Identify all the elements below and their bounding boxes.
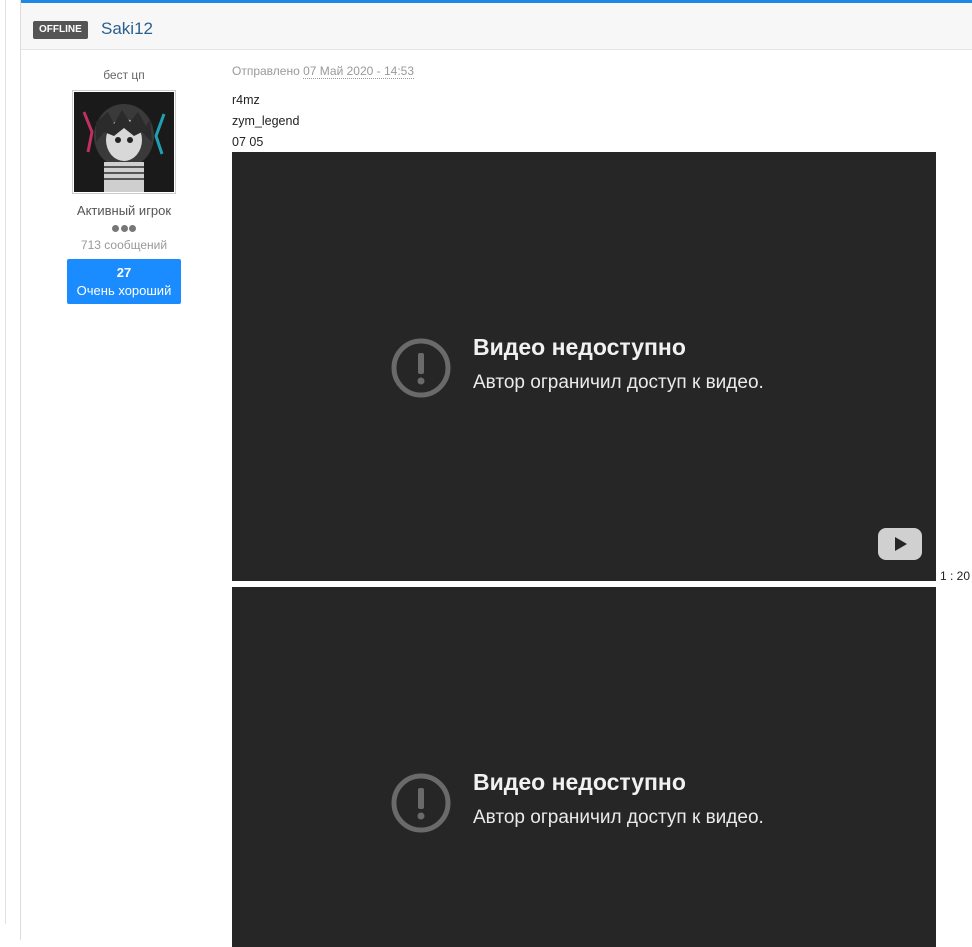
reputation-label: Очень хороший: [76, 283, 172, 298]
timestamp-label: 1 : 20: [940, 569, 971, 583]
avatar[interactable]: [72, 90, 176, 194]
rank-pip: [120, 225, 128, 232]
video-error-message: Автор ограничил доступ к видео.: [473, 372, 764, 393]
alert-icon: [391, 338, 451, 398]
author-panel: бест цп Активный игрок 713 сообщений 27 …: [61, 60, 187, 304]
video-error-title: Видео недоступно: [473, 769, 686, 795]
member-title: бест цп: [103, 68, 145, 82]
rank-pips: [61, 224, 187, 232]
post-line: 07 05: [232, 135, 264, 149]
post-line: r4mz: [232, 93, 260, 107]
member-group: Активный игрок: [76, 203, 172, 218]
reputation-badge[interactable]: 27 Очень хороший: [67, 259, 181, 304]
username-link[interactable]: Saki12: [101, 19, 153, 39]
video-error-message: Автор ограничил доступ к видео.: [473, 807, 764, 828]
youtube-logo-icon[interactable]: [878, 528, 922, 560]
reputation-value: 27: [116, 265, 132, 280]
rank-pip: [112, 225, 120, 232]
video-embed[interactable]: Видео недоступно Автор ограничил доступ …: [232, 587, 936, 947]
forum-post: OFFLINE Saki12 бест цп Активный игрок 71…: [20, 0, 972, 947]
post-header: OFFLINE Saki12: [21, 3, 972, 50]
post-date-prefix: Отправлено: [232, 64, 300, 78]
avatar-image: [74, 92, 174, 192]
alert-icon: [391, 773, 451, 833]
video-error-title: Видео недоступно: [473, 334, 686, 360]
post-date-value[interactable]: 07 Май 2020 - 14:53: [303, 64, 415, 79]
posts-count: 713 сообщений: [80, 238, 168, 252]
status-badge: OFFLINE: [33, 21, 88, 39]
post-date: Отправлено 07 Май 2020 - 14:53: [232, 64, 415, 79]
post-body: r4mz zym_legend 07 05: [232, 90, 299, 153]
rank-pip: [128, 225, 136, 232]
post-line: zym_legend: [232, 114, 300, 128]
video-embed[interactable]: Видео недоступно Автор ограничил доступ …: [232, 152, 936, 581]
page-divider: [5, 0, 6, 924]
